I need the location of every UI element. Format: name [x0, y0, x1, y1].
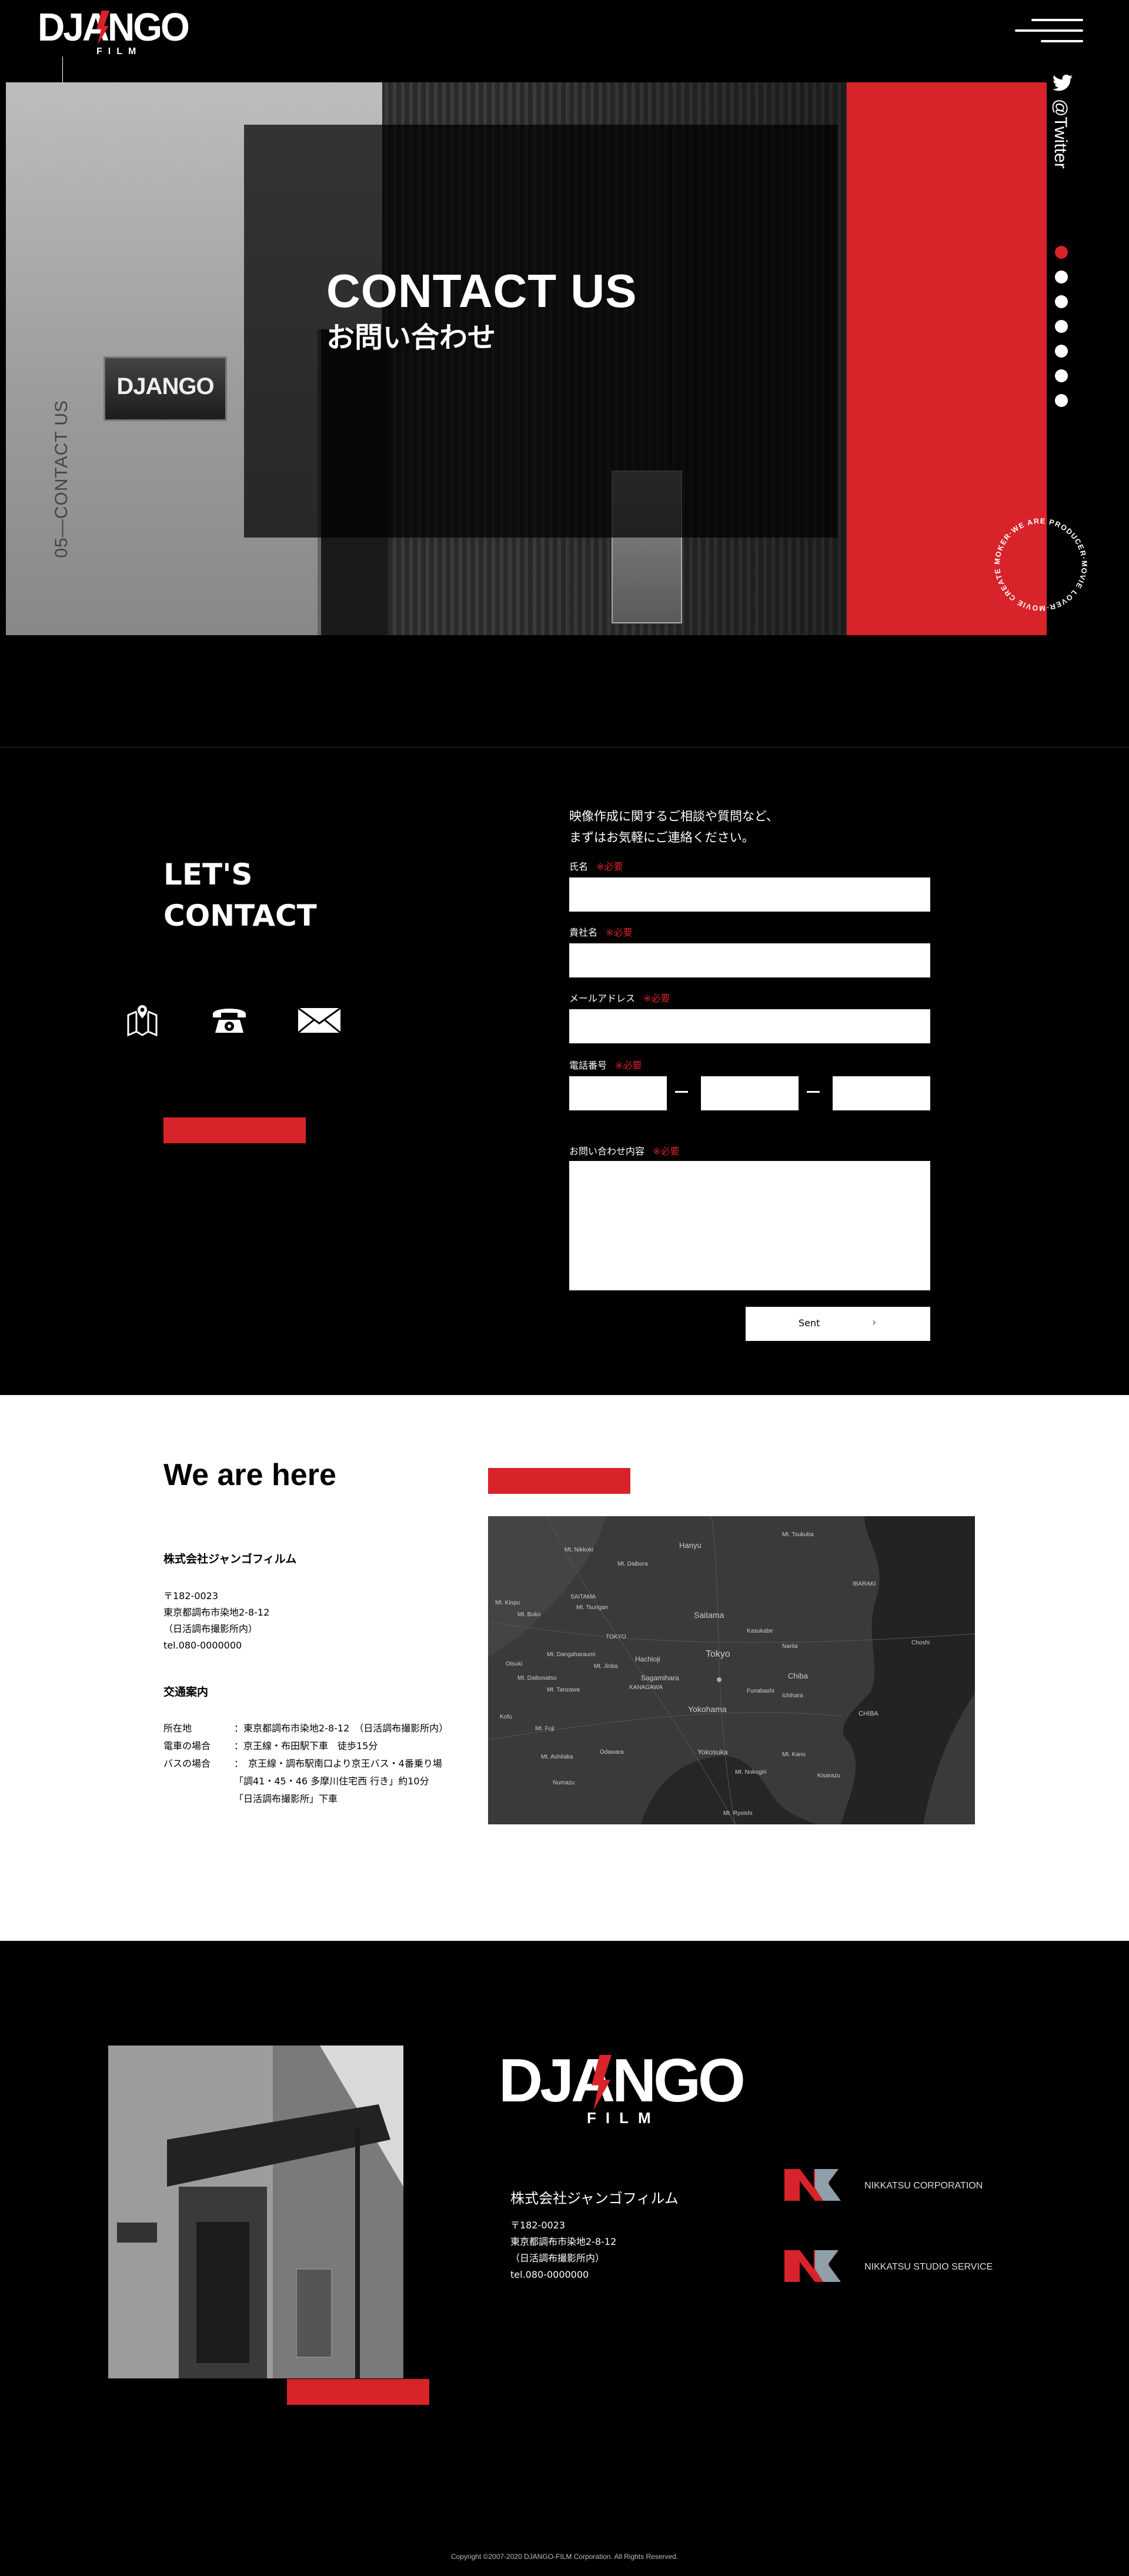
nav-dot[interactable] [1055, 320, 1068, 333]
map-icon[interactable] [125, 1002, 160, 1037]
menu-bar [1041, 40, 1083, 42]
phone-dash [675, 1091, 688, 1093]
footer-address: 〒182-0023 東京都調布市染地2-8-12 （日活調布撮影所内） tel.… [510, 2220, 617, 2280]
phone-input-3[interactable] [833, 1076, 930, 1110]
name-input[interactable] [569, 877, 930, 912]
section-divider [0, 747, 1129, 748]
form-intro: 映像作成に関するご相談や質問など、 まずはお気軽にご連絡ください。 [569, 809, 779, 845]
phone-input-2[interactable] [701, 1076, 799, 1110]
nikkatsu-logo-icon[interactable] [782, 2164, 848, 2202]
header-divider [62, 56, 63, 82]
footer-logo[interactable]: DJANGO FILM [499, 2050, 746, 2127]
location-heading: We are here [163, 1458, 336, 1492]
site-logo[interactable]: DJANGO FILM [38, 7, 190, 56]
accent-bar [163, 1117, 306, 1143]
access-row: 所在地 ：東京都調布市染地2-8-12 （日活調布撮影所内） [163, 1723, 449, 1734]
nav-dot[interactable] [1055, 369, 1068, 382]
access-row: 「調41・45・46 多摩川住宅西 行き」約10分 [234, 1776, 429, 1787]
map-terrain [488, 1516, 975, 1824]
twitter-link[interactable]: @Twitter [1050, 99, 1074, 187]
nikkatsu-logo-icon[interactable] [782, 2245, 848, 2283]
copyright: Copyright ©2007-2020 DJANGO-FILM Corpora… [450, 2552, 679, 2561]
access-row: 「日活調布撮影所」下車 [234, 1793, 338, 1804]
message-label: お問い合わせ内容 ※必要 [569, 1146, 680, 1157]
email-label: メールアドレス ※必要 [569, 993, 670, 1004]
footer-photo [108, 2046, 403, 2378]
hero-name-plate: DJANGO [103, 356, 227, 421]
accent-bar [488, 1468, 630, 1494]
name-label: 氏名 ※必要 [569, 861, 623, 872]
section-indicator: 05—CONTACT US [52, 400, 71, 558]
email-input[interactable] [569, 1009, 930, 1043]
page-subtitle: お問い合わせ [326, 321, 496, 354]
access-row: バスの場合： 京王線・調布駅南口より京王バス・4番乗り場 [163, 1758, 442, 1769]
badge-text: MOKER·WE ARE PRODUCER·MOVIE LOVER·MOVIE … [988, 512, 1088, 612]
footer-company-name: 株式会社ジャンゴフィルム [510, 2190, 679, 2207]
address-block: 〒182-0023 東京都調布市染地2-8-12 （日活調布撮影所内） tel.… [163, 1590, 270, 1651]
nav-dot[interactable] [1055, 295, 1068, 308]
company-name: 株式会社ジャンゴフィルム [163, 1553, 297, 1566]
nav-dot[interactable] [1055, 394, 1068, 407]
access-title: 交通案内 [163, 1686, 209, 1699]
nav-dot-active[interactable] [1055, 246, 1068, 259]
phone-input-1[interactable] [569, 1076, 667, 1110]
phone-icon[interactable] [211, 1002, 248, 1037]
location-map[interactable]: Hanyu Mt. Nikkoki Mt. Tsukuba Mt. Daibor… [488, 1516, 975, 1824]
svg-text:MOKER·WE ARE PRODUCER·MOVIE LO: MOKER·WE ARE PRODUCER·MOVIE LOVER·MOVIE … [988, 512, 1088, 612]
phone-dash [807, 1091, 820, 1093]
mail-icon[interactable] [296, 1002, 342, 1037]
contact-heading: LET'S CONTACT [163, 857, 317, 933]
company-input[interactable] [569, 943, 930, 977]
accent-bar [287, 2379, 429, 2405]
menu-bar [1015, 29, 1083, 32]
hamburger-menu-button[interactable] [1013, 19, 1083, 46]
twitter-icon[interactable] [1053, 74, 1073, 92]
submit-button[interactable]: Sent › [746, 1307, 930, 1341]
access-row: 電車の場合 ：京王線・布田駅下車 徒歩15分 [163, 1740, 378, 1751]
section-nav-dots [1055, 246, 1069, 411]
chevron-right-icon: › [872, 1316, 877, 1329]
nav-dot[interactable] [1055, 271, 1068, 283]
page-title: CONTACT US [326, 265, 637, 317]
company-label: 貴社名 ※必要 [569, 927, 633, 938]
nav-dot[interactable] [1055, 345, 1068, 358]
partner-link[interactable]: NIKKATSU STUDIO SERVICE [864, 2262, 993, 2273]
footer-photo-scene [108, 2046, 403, 2378]
access-list: 所在地 ：東京都調布市染地2-8-12 （日活調布撮影所内） 電車の場合 ：京王線・… [163, 1720, 448, 1808]
menu-bar [1031, 19, 1083, 21]
partner-link[interactable]: NIKKATSU CORPORATION [864, 2181, 983, 2191]
rotating-text-badge: MOKER·WE ARE PRODUCER·MOVIE LOVER·MOVIE … [988, 512, 1088, 612]
phone-label: 電話番号 ※必要 [569, 1060, 642, 1071]
message-textarea[interactable] [569, 1161, 930, 1290]
